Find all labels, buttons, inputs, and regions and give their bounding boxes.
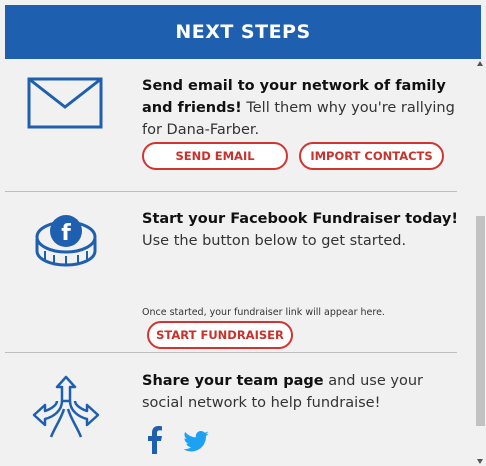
split-arrows-icon [32,375,100,438]
facebook-description: Start your Facebook Fundraiser today! Us… [142,208,462,252]
facebook-coin-icon: f [35,215,97,267]
share-heading: Share your team page [142,373,324,389]
next-steps-panel: Send email to your network of family and… [5,59,475,466]
facebook-text: Use the button below to get started. [142,233,407,249]
header-title: NEXT STEPS [175,21,311,43]
scrollbar-thumb[interactable] [476,216,485,426]
email-description: Send email to your network of family and… [142,75,462,141]
start-fundraiser-button[interactable]: START FUNDRAISER [147,321,293,349]
scroll-down-arrow-icon[interactable] [477,459,483,464]
start-fundraiser-label: START FUNDRAISER [156,328,284,342]
send-email-label: SEND EMAIL [175,149,255,163]
envelope-icon [27,77,103,129]
scroll-up-arrow-icon[interactable] [477,61,483,66]
twitter-icon[interactable] [183,431,209,452]
scrollbar[interactable] [475,59,486,466]
svg-text:f: f [61,221,71,246]
email-section: Send email to your network of family and… [5,59,475,191]
share-description: Share your team page and use your social… [142,370,462,414]
next-steps-header: NEXT STEPS [5,5,481,59]
import-contacts-label: IMPORT CONTACTS [310,149,433,163]
facebook-heading: Start your Facebook Fundraiser today! [142,211,458,227]
facebook-section: f Start your Facebook Fundraiser today! … [5,192,475,352]
fundraiser-link-note: Once started, your fundraiser link will … [142,307,385,318]
send-email-button[interactable]: SEND EMAIL [142,142,288,170]
share-section: Share your team page and use your social… [5,353,475,466]
import-contacts-button[interactable]: IMPORT CONTACTS [299,142,444,170]
facebook-icon[interactable] [147,426,163,454]
